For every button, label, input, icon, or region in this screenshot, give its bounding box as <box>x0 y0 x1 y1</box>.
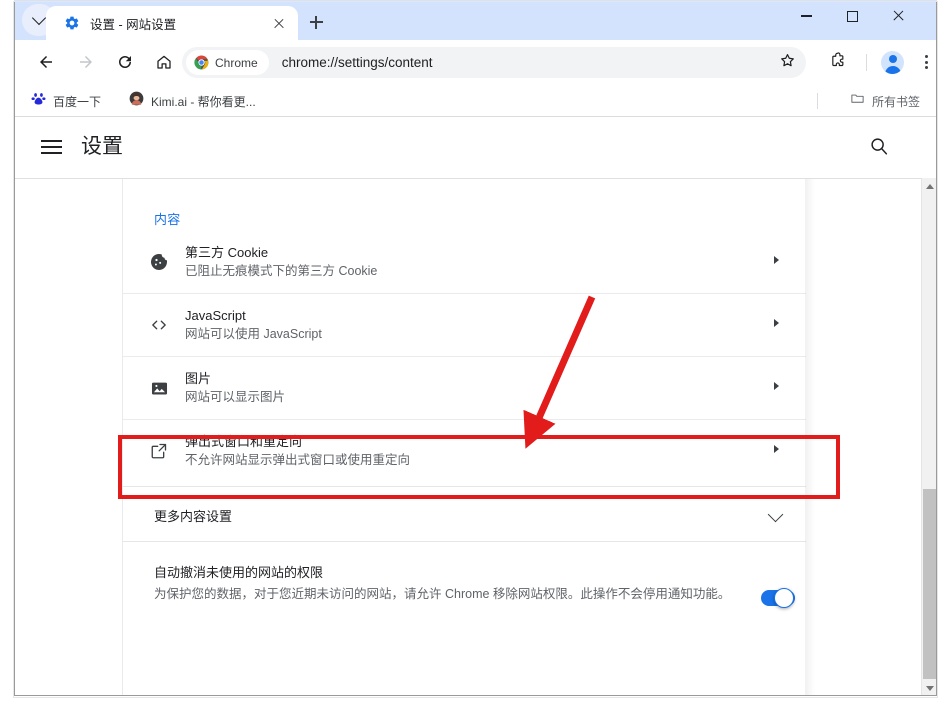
scroll-down-arrow-icon[interactable] <box>922 680 937 696</box>
window-close-button[interactable] <box>875 0 921 32</box>
chevron-right-icon <box>774 256 779 264</box>
settings-page-body: 内容 第三方 Cookie 已阻止无痕模式下的第三方 Cookie JavaSc… <box>15 178 921 696</box>
settings-row-text: 图片 网站可以显示图片 <box>185 369 285 407</box>
menu-dot <box>924 66 928 70</box>
settings-row-text: 弹出式窗口和重定向 不允许网站显示弹出式窗口或使用重定向 <box>185 432 410 470</box>
menu-dot <box>924 54 928 58</box>
chrome-menu-button[interactable] <box>915 50 937 74</box>
avatar-head <box>888 55 897 63</box>
row-title: JavaScript <box>185 308 246 323</box>
more-content-settings-label: 更多内容设置 <box>154 509 233 524</box>
page-title: 设置 <box>81 135 123 158</box>
chevron-right-icon <box>774 382 779 390</box>
hamburger-line <box>41 152 62 154</box>
browser-tab[interactable]: 设置 - 网站设置 <box>46 6 298 40</box>
tab-close-icon[interactable] <box>268 12 290 34</box>
avatar-body <box>884 66 901 74</box>
back-button[interactable] <box>31 47 61 77</box>
search-icon[interactable] <box>868 135 894 161</box>
toggle-knob <box>774 588 794 608</box>
chevron-right-icon <box>774 319 779 327</box>
hamburger-line <box>41 140 62 142</box>
extensions-puzzle-icon[interactable] <box>827 50 851 74</box>
window-maximize-button[interactable] <box>829 0 875 32</box>
scrollbar-thumb[interactable] <box>923 489 936 679</box>
settings-header: 设置 <box>15 117 936 178</box>
chevron-down-icon <box>767 506 784 523</box>
reload-icon <box>119 55 131 68</box>
home-icon <box>157 55 171 69</box>
content-settings-card: 内容 第三方 Cookie 已阻止无痕模式下的第三方 Cookie JavaSc… <box>122 179 806 696</box>
chrome-scheme-chip: Chrome <box>186 50 269 75</box>
card-shadow <box>805 179 815 696</box>
settings-row-popups-and-redirects[interactable]: 弹出式窗口和重定向 不允许网站显示弹出式窗口或使用重定向 <box>123 420 806 483</box>
bookmark-item-baidu[interactable]: 百度一下 <box>25 89 107 113</box>
kimi-avatar-icon <box>129 91 144 111</box>
chevron-right-icon <box>774 445 779 453</box>
new-tab-button[interactable] <box>302 8 330 36</box>
section-title: 内容 <box>154 212 181 227</box>
settings-row-text: JavaScript 网站可以使用 JavaScript <box>185 306 322 344</box>
menu-dot <box>924 60 928 64</box>
back-arrow-icon <box>40 56 52 68</box>
page-scrollbar[interactable] <box>921 178 937 696</box>
settings-row-images[interactable]: 图片 网站可以显示图片 <box>123 357 806 420</box>
forward-arrow-icon <box>80 56 92 68</box>
browser-window: 设置 - 网站设置 Chrome chrome://settings/conte… <box>0 0 945 702</box>
browser-toolbar: Chrome chrome://settings/content <box>15 40 936 85</box>
row-title: 第三方 Cookie <box>185 245 269 260</box>
row-subtitle: 不允许网站显示弹出式窗口或使用重定向 <box>185 453 411 467</box>
toolbar-divider <box>866 54 867 71</box>
popup-external-link-icon <box>148 440 170 462</box>
bookmark-label: 百度一下 <box>53 94 102 109</box>
cookie-icon <box>148 251 170 273</box>
settings-row-text: 第三方 Cookie 已阻止无痕模式下的第三方 Cookie <box>185 243 377 281</box>
row-subtitle: 网站可以显示图片 <box>185 390 286 404</box>
image-icon <box>148 377 170 399</box>
auto-revoke-description: 为保护您的数据，对于您近期未访问的网站，请允许 Chrome 移除网站权限。此操… <box>154 587 731 601</box>
url-text: chrome://settings/content <box>281 55 433 70</box>
folder-icon <box>850 91 865 111</box>
row-subtitle: 网站可以使用 JavaScript <box>185 327 322 341</box>
profile-avatar[interactable] <box>881 51 904 74</box>
reload-button[interactable] <box>110 47 140 77</box>
hamburger-icon[interactable] <box>41 137 63 157</box>
tab-title: 设置 - 网站设置 <box>90 17 177 32</box>
bookmarks-bar: 百度一下 Kimi.ai - 帮你看更... 所有书签 <box>15 85 936 117</box>
more-content-settings-row[interactable]: 更多内容设置 <box>123 486 806 542</box>
row-title: 弹出式窗口和重定向 <box>185 434 303 449</box>
bookmarks-divider <box>817 93 818 109</box>
auto-revoke-permissions-setting: 自动撤消未使用的网站的权限 为保护您的数据，对于您近期未访问的网站，请允许 Ch… <box>123 542 806 642</box>
address-bar[interactable]: Chrome chrome://settings/content <box>182 47 806 78</box>
chrome-logo-icon <box>194 55 209 70</box>
tab-strip: 设置 - 网站设置 <box>14 0 937 40</box>
row-subtitle: 已阻止无痕模式下的第三方 Cookie <box>185 264 378 278</box>
auto-revoke-toggle[interactable] <box>761 588 795 608</box>
settings-gear-icon <box>64 15 80 31</box>
baidu-icon <box>31 91 46 111</box>
settings-row-javascript[interactable]: JavaScript 网站可以使用 JavaScript <box>123 294 806 357</box>
chrome-chip-label: Chrome <box>215 55 258 70</box>
settings-row-third-party-cookies[interactable]: 第三方 Cookie 已阻止无痕模式下的第三方 Cookie <box>123 231 806 294</box>
forward-button <box>71 47 101 77</box>
all-bookmarks-button[interactable]: 所有书签 <box>844 89 926 113</box>
code-brackets-icon <box>148 314 170 336</box>
hamburger-line <box>41 146 62 148</box>
row-title: 图片 <box>185 371 212 386</box>
bookmark-star-icon[interactable] <box>777 50 801 74</box>
bookmark-item-kimi[interactable]: Kimi.ai - 帮你看更... <box>123 89 262 113</box>
all-bookmarks-label: 所有书签 <box>871 94 920 109</box>
bookmark-label: Kimi.ai - 帮你看更... <box>151 94 256 109</box>
scroll-up-arrow-icon[interactable] <box>922 178 937 194</box>
window-minimize-button[interactable] <box>783 0 829 32</box>
auto-revoke-title: 自动撤消未使用的网站的权限 <box>154 565 324 580</box>
home-button[interactable] <box>149 47 179 77</box>
